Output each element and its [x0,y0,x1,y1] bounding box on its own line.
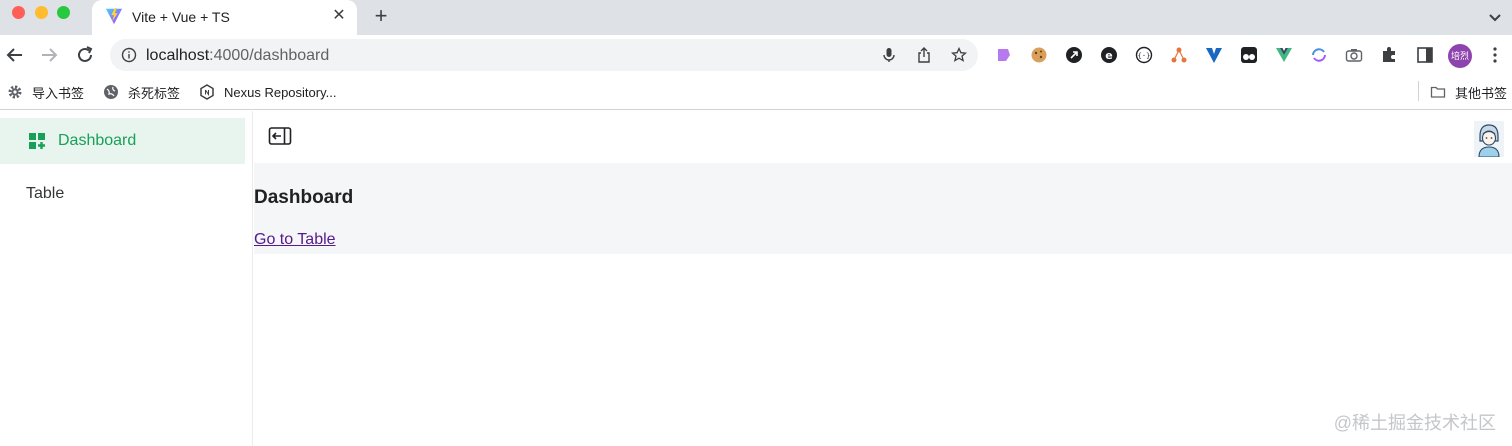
url-text[interactable]: localhost:4000/dashboard [146,47,329,65]
vue-devtools-icon[interactable] [1275,46,1293,64]
hexagon-icon [200,84,214,100]
dashboard-icon [29,133,45,149]
main-content: Dashboard Go to Table [254,163,1512,254]
camera-icon[interactable] [1345,46,1363,64]
bookmark-label: 杀死标签 [128,85,181,101]
close-tab-icon[interactable]: ✕ [331,8,347,24]
watermark: @稀土掘金技术社区 [1333,413,1496,433]
globe-icon [104,85,118,99]
profile-avatar[interactable]: 培烈 [1448,44,1472,68]
back-arrow-icon[interactable] [4,44,26,66]
extension-e-icon[interactable]: e [1100,46,1118,64]
bookmark-import[interactable]: 导入书签 [7,83,84,101]
other-bookmarks[interactable]: 其他书签 [1430,83,1507,101]
share-icon[interactable] [916,47,932,63]
extension-vuetify-icon[interactable] [1205,46,1223,64]
go-to-table-link[interactable]: Go to Table [254,231,336,249]
cookie-icon[interactable] [1030,46,1048,64]
microphone-icon[interactable] [881,47,897,63]
forward-arrow-icon[interactable] [38,44,60,66]
extension-purple-icon[interactable] [995,46,1013,64]
browser-toolbar: localhost:4000/dashboard e {·} 培烈 [0,35,1512,75]
more-vertical-icon[interactable] [1486,46,1504,64]
bookmarks-bar: 导入书签 杀死标签 Nexus Repository... 其他书签 [0,75,1512,110]
bookmark-nexus[interactable]: Nexus Repository... [199,83,336,101]
page-title: Dashboard [254,187,354,208]
info-icon[interactable] [121,47,137,63]
browser-tab[interactable]: Vite + Vue + TS ✕ [92,0,357,35]
chevron-down-icon[interactable] [1486,8,1504,26]
extension-json-icon[interactable]: {·} [1135,46,1153,64]
close-window-button[interactable] [12,6,25,19]
sidebar-item-table[interactable]: Table [0,171,245,217]
address-bar[interactable]: localhost:4000/dashboard [110,39,978,71]
puzzle-extensions-icon[interactable] [1380,46,1398,64]
sidebar-item-dashboard[interactable]: Dashboard [0,118,245,164]
svg-text:e: e [1105,49,1112,62]
sidebar-item-label: Table [26,185,65,202]
sidebar-menu: Dashboard Table [0,111,253,446]
bookmarks-divider [1418,81,1419,101]
maximize-window-button[interactable] [57,6,70,19]
extension-tampermonkey-icon[interactable] [1240,46,1258,64]
app-header [254,111,1512,163]
gear-icon [8,85,22,99]
url-path: :4000/dashboard [209,47,330,64]
folder-icon [1430,86,1446,98]
bookmark-label: Nexus Repository... [224,84,337,100]
new-tab-button[interactable]: + [370,5,392,27]
user-avatar[interactable] [1474,121,1504,157]
sidebar-item-label: Dashboard [58,132,137,149]
side-panel-icon[interactable] [1416,46,1434,64]
svg-text:{·}: {·} [1138,52,1151,60]
extension-sync-icon[interactable] [1310,46,1328,64]
extension-dark-circle-icon[interactable] [1065,46,1083,64]
vite-logo-icon [105,7,123,25]
minimize-window-button[interactable] [35,6,48,19]
collapse-sidebar-icon[interactable] [268,126,292,146]
bookmark-label: 导入书签 [32,85,85,101]
url-host: localhost [146,47,210,64]
tab-strip: Vite + Vue + TS ✕ + [0,0,1512,35]
tab-title: Vite + Vue + TS [132,9,230,25]
other-bookmarks-label: 其他书签 [1455,85,1508,101]
reload-icon[interactable] [74,44,96,66]
extension-network-icon[interactable] [1170,46,1188,64]
bookmark-star-icon[interactable] [951,47,967,63]
bookmark-kill-tabs[interactable]: 杀死标签 [103,83,180,101]
